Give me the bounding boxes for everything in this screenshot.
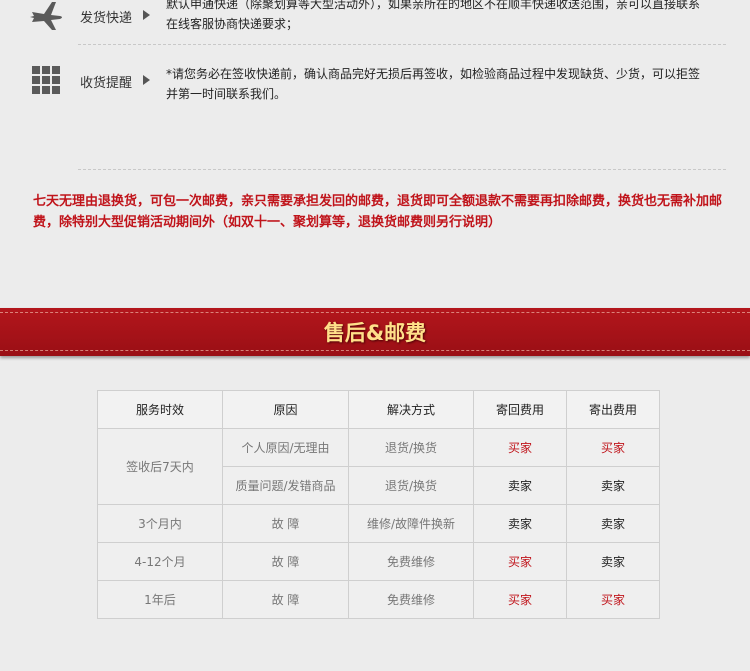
return-policy-notice: 七天无理由退换货，可包一次邮费，亲只需要承担发回的邮费，退货即可全额退款不需要再… xyxy=(33,194,723,230)
send-fee-cell: 卖家 xyxy=(566,542,660,581)
return-fee-cell: 买家 xyxy=(473,428,567,467)
period-cell: 1年后 xyxy=(97,580,223,619)
table-row: 签收后7天内 个人原因/无理由 退货/换货 买家 买家 xyxy=(97,428,660,505)
solution-cell: 退货/换货 xyxy=(348,466,474,505)
after-sales-table: 服务时效 原因 解决方式 寄回费用 寄出费用 签收后7天内 个人原因/无理由 退… xyxy=(97,390,660,619)
return-fee-cell: 买家 xyxy=(473,580,567,619)
reason-cell: 质量问题/发错商品 xyxy=(222,466,349,505)
send-fee-cell: 买家 xyxy=(566,428,660,467)
period-cell: 签收后7天内 xyxy=(97,428,223,505)
banner-title: 售后&邮费 xyxy=(323,321,427,345)
solution-cell: 退货/换货 xyxy=(348,428,474,467)
column-header: 寄出费用 xyxy=(566,390,660,429)
chevron-right-icon xyxy=(143,10,150,20)
table-header-row: 服务时效 原因 解决方式 寄回费用 寄出费用 xyxy=(97,390,660,429)
reason-cell: 故 障 xyxy=(222,542,349,581)
return-fee-cell: 买家 xyxy=(473,542,567,581)
solution-cell: 免费维修 xyxy=(348,542,474,581)
return-fee-cell: 卖家 xyxy=(473,504,567,543)
period-cell: 4-12个月 xyxy=(97,542,223,581)
table-row: 1年后 故 障 免费维修 买家 买家 xyxy=(97,580,660,619)
receipt-text: *请您务必在签收快递前，确认商品完好无损后再签收，如检验商品过程中发现缺货、少货… xyxy=(166,67,701,101)
shipping-text: 默认申通快递（除聚划算等大型活动外），如果亲所在的地区不在顺丰快递收送范围，亲可… xyxy=(166,0,701,31)
send-fee-cell: 卖家 xyxy=(566,466,660,505)
return-fee-cell: 卖家 xyxy=(473,466,567,505)
send-fee-cell: 卖家 xyxy=(566,504,660,543)
column-header: 原因 xyxy=(222,390,349,429)
grid-icon xyxy=(32,66,60,98)
reason-cell: 故 障 xyxy=(222,580,349,619)
column-header: 服务时效 xyxy=(97,390,223,429)
chevron-right-icon xyxy=(143,75,150,85)
receipt-label: 收货提醒 xyxy=(80,76,133,91)
column-header: 解决方式 xyxy=(348,390,474,429)
table-row: 3个月内 故 障 维修/故障件换新 卖家 卖家 xyxy=(97,504,660,543)
divider xyxy=(78,44,726,45)
reason-cell: 故 障 xyxy=(222,504,349,543)
airplane-icon xyxy=(30,0,64,34)
divider xyxy=(78,169,726,170)
send-fee-cell: 买家 xyxy=(566,580,660,619)
column-header: 寄回费用 xyxy=(473,390,567,429)
table-row: 4-12个月 故 障 免费维修 买家 卖家 xyxy=(97,542,660,581)
solution-cell: 免费维修 xyxy=(348,580,474,619)
reason-cell: 个人原因/无理由 xyxy=(222,428,349,467)
section-banner: 售后&邮费 xyxy=(0,308,750,356)
period-cell: 3个月内 xyxy=(97,504,223,543)
shipping-label: 发货快递 xyxy=(80,11,133,26)
solution-cell: 维修/故障件换新 xyxy=(348,504,474,543)
